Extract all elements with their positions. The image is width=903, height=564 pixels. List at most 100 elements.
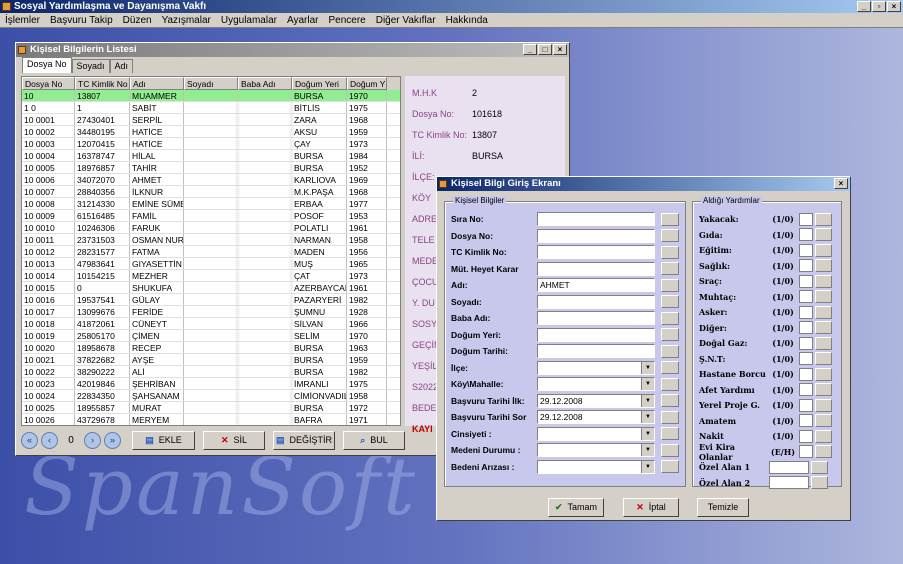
field-button[interactable] xyxy=(661,229,679,242)
table-row[interactable]: 10 0002 34480195 HATİCE AKSU 1959 xyxy=(22,126,400,138)
table-row[interactable]: 10 0026 43729678 MERYEM BAFRA 1971 xyxy=(22,414,400,425)
next-record-icon[interactable]: › xyxy=(84,432,101,449)
table-row[interactable]: 10 000831214330EMİNE SÜMER ERBAA1977 xyxy=(22,198,400,210)
change-button[interactable]: ▤ DEĞİŞTİR xyxy=(273,431,335,450)
table-row[interactable]: 10 0021 37822682 AYŞE BURSA 1959 xyxy=(22,354,400,366)
aid-checkbox[interactable] xyxy=(799,321,813,334)
first-record-icon[interactable]: « xyxy=(21,432,38,449)
field-button[interactable] xyxy=(661,443,679,457)
table-row[interactable]: 10 0011 23731503 OSMAN NURİ NARMAN 1958 xyxy=(22,234,400,246)
special-button[interactable] xyxy=(811,460,828,474)
aid-button[interactable] xyxy=(815,228,832,241)
field-button[interactable] xyxy=(661,410,679,424)
special-input[interactable] xyxy=(769,476,809,489)
menu-item[interactable]: Pencere xyxy=(328,13,365,27)
table-row[interactable]: 10 0020 18958678 RECEP BURSA 1963 xyxy=(22,342,400,354)
aid-button[interactable] xyxy=(815,336,832,350)
aid-button[interactable] xyxy=(815,321,832,334)
table-row[interactable]: 10 0010 10246306 FARUK POLATLI 1961 xyxy=(22,222,400,234)
table-row[interactable]: 10 0019 25805170 ÇİMEN SELİM 1970 xyxy=(22,330,400,342)
table-row[interactable]: 10 0016 19537541 GÜLAY PAZARYERİ 1982 xyxy=(22,294,400,306)
aid-checkbox[interactable] xyxy=(799,305,813,319)
table-row[interactable]: 10 0012 28231577 FATMA MADEN 1956 xyxy=(22,246,400,258)
aid-checkbox[interactable] xyxy=(799,414,813,427)
field-button[interactable] xyxy=(661,361,679,374)
ok-button[interactable]: ✔ Tamam xyxy=(548,498,604,517)
field-input[interactable] xyxy=(537,327,655,342)
field-button[interactable] xyxy=(661,262,679,275)
tab-1[interactable]: Soyadı xyxy=(71,59,110,73)
find-button[interactable]: ⌕ BUL xyxy=(343,431,405,450)
table-row[interactable]: 10 0007 28840356 İLKNUR M.K.PAŞA 1968 xyxy=(22,186,400,198)
aid-button[interactable] xyxy=(815,367,832,381)
field-button[interactable] xyxy=(661,311,679,325)
field-button[interactable] xyxy=(661,295,679,308)
aid-checkbox[interactable] xyxy=(799,383,813,396)
aid-button[interactable] xyxy=(815,274,832,288)
menu-item[interactable]: Diğer Vakıflar xyxy=(376,13,436,27)
aid-button[interactable] xyxy=(815,352,832,365)
aid-button[interactable] xyxy=(815,212,832,226)
tab-0[interactable]: Dosya No xyxy=(22,57,72,73)
table-row[interactable]: 10 0009 61516485 FAMİL POSOF 1953 xyxy=(22,210,400,222)
field-select[interactable] xyxy=(537,377,655,391)
field-input[interactable] xyxy=(537,344,655,358)
table-row[interactable]: 10 0017 13099676 FERİDE ŞUMNU 1928 xyxy=(22,306,400,318)
field-button[interactable] xyxy=(661,245,679,259)
aid-checkbox[interactable] xyxy=(799,336,813,350)
aid-checkbox[interactable] xyxy=(799,228,813,241)
aid-button[interactable] xyxy=(815,429,832,443)
aid-checkbox[interactable] xyxy=(799,259,813,272)
column-header[interactable]: Doğum Yılı xyxy=(347,77,387,90)
field-select[interactable] xyxy=(537,360,655,375)
field-button[interactable] xyxy=(661,460,679,473)
aid-button[interactable] xyxy=(815,305,832,319)
field-button[interactable] xyxy=(661,377,679,391)
field-select[interactable]: 29.12.2008 xyxy=(537,410,655,424)
aid-checkbox[interactable] xyxy=(799,290,813,303)
table-row[interactable]: 10 0015 0 SHUKUFA AZERBAYCAN 1961 xyxy=(22,282,400,294)
aid-button[interactable] xyxy=(815,383,832,396)
field-button[interactable] xyxy=(661,394,679,407)
aid-button[interactable] xyxy=(815,398,832,412)
aid-checkbox[interactable] xyxy=(799,212,813,226)
table-row[interactable]: 10 0006 34072070 AHMET KARLIOVA 1969 xyxy=(22,174,400,186)
field-select[interactable] xyxy=(537,426,655,441)
aid-checkbox[interactable] xyxy=(799,352,813,365)
table-row[interactable]: 10 0022 38290222 ALİ BURSA 1982 xyxy=(22,366,400,378)
list-close-button[interactable]: × xyxy=(553,44,567,55)
aid-button[interactable] xyxy=(815,243,832,257)
special-input[interactable] xyxy=(769,460,809,474)
table-row[interactable]: 10 0023 42019846 ŞEHRİBAN İMRANLI 1975 xyxy=(22,378,400,390)
field-input[interactable] xyxy=(537,294,655,309)
special-button[interactable] xyxy=(811,476,828,489)
column-header[interactable]: Adı xyxy=(130,77,184,90)
field-input[interactable] xyxy=(537,261,655,276)
clear-button[interactable]: Temizle xyxy=(697,498,749,517)
menu-item[interactable]: Uygulamalar xyxy=(221,13,277,27)
field-input[interactable] xyxy=(537,228,655,243)
field-button[interactable] xyxy=(661,427,679,440)
table-row[interactable]: 10 0025 18955857 MURAT BURSA 1972 xyxy=(22,402,400,414)
menu-item[interactable]: Hakkında xyxy=(446,13,488,27)
column-header[interactable]: Soyadı xyxy=(184,77,238,90)
minimize-button[interactable]: _ xyxy=(857,1,871,12)
aid-checkbox[interactable] xyxy=(799,367,813,381)
aid-checkbox[interactable] xyxy=(799,445,813,458)
column-header[interactable]: Doğum Yeri xyxy=(292,77,347,90)
column-header[interactable]: Dosya No xyxy=(22,77,75,90)
menu-item[interactable]: Düzen xyxy=(123,13,152,27)
prev-record-icon[interactable]: ‹ xyxy=(41,432,58,449)
column-header[interactable]: TC Kimlik No xyxy=(75,77,130,90)
close-button[interactable]: × xyxy=(887,1,901,12)
table-row[interactable]: 10 0003 12070415 HATİCE ÇAY 1973 xyxy=(22,138,400,150)
field-input[interactable] xyxy=(537,212,655,226)
field-select[interactable] xyxy=(537,459,655,474)
table-row[interactable]: 10 0014 10154215 MEZHER ÇAT 1973 xyxy=(22,270,400,282)
field-button[interactable] xyxy=(661,278,679,292)
restore-button[interactable]: ▫ xyxy=(872,1,886,12)
table-row[interactable]: 10 0004 16378747 HİLAL BURSA 1984 xyxy=(22,150,400,162)
delete-button[interactable]: ✕ SİL xyxy=(203,431,265,450)
aid-button[interactable] xyxy=(815,259,832,272)
table-row[interactable]: 10 13807 MUAMMER BURSA 1970 xyxy=(22,90,400,102)
